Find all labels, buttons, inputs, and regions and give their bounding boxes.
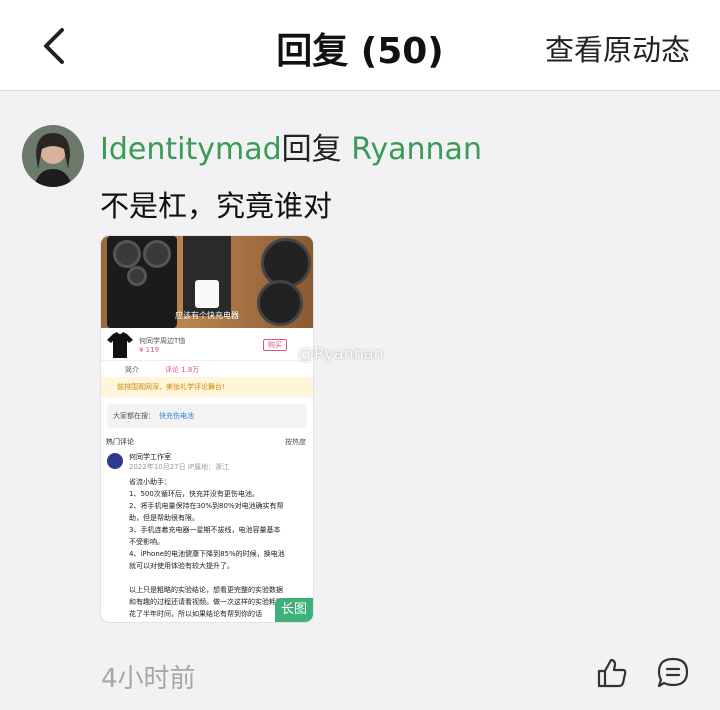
avatar[interactable]: [22, 125, 84, 187]
hot-comments-heading: 热门评论: [106, 438, 134, 446]
tab-intro[interactable]: 简介: [125, 365, 139, 375]
attached-image[interactable]: 应该有个快充电器 何同学周边T恤 ¥ 119 购买 简介 评论 1.8万 前排围…: [101, 236, 313, 622]
video-caption: 应该有个快充电器: [175, 311, 239, 320]
product-name: 何同学周边T恤: [139, 337, 186, 345]
reply-header: Identitymad回复 Ryannan: [100, 124, 482, 168]
comment-date: 2022年10月27日 IP属地：浙江: [129, 463, 230, 471]
reply-content: 不是杠，究竟谁对: [100, 189, 333, 223]
reply-word: 回复: [281, 132, 342, 167]
target-user-link[interactable]: Ryannan: [351, 132, 482, 167]
avatar-image-icon: [22, 125, 84, 187]
commenter-avatar: [107, 453, 123, 469]
timestamp: 4小时前: [101, 664, 196, 694]
thumbs-up-icon[interactable]: [595, 656, 629, 690]
view-original-link[interactable]: 查看原动态: [545, 27, 690, 69]
buy-button[interactable]: 购买: [263, 339, 287, 351]
product-photo: 应该有个快充电器: [101, 236, 313, 328]
search-term: 快充伤电池: [159, 412, 194, 420]
comment-icon[interactable]: [656, 656, 690, 690]
watermark: @Ryannan: [298, 344, 384, 363]
notice-text: 前排围观网深、美妆礼学评论舞台!: [117, 383, 225, 391]
long-image-badge: 长图: [275, 598, 313, 622]
search-suggestion[interactable]: 大家都在搜： 快充伤电池: [107, 404, 307, 428]
tshirt-icon: [107, 332, 133, 358]
product-price: ¥ 119: [139, 346, 160, 354]
commenter-name: 何同学工作室: [129, 453, 171, 461]
notice-bar: 前排围观网深、美妆礼学评论舞台!: [101, 377, 313, 397]
top-bar: 回复 (50) 查看原动态: [0, 0, 720, 91]
sort-toggle[interactable]: 按热度: [285, 437, 306, 447]
tab-comments[interactable]: 评论 1.8万: [165, 365, 199, 375]
username-link[interactable]: Identitymad: [100, 132, 282, 167]
